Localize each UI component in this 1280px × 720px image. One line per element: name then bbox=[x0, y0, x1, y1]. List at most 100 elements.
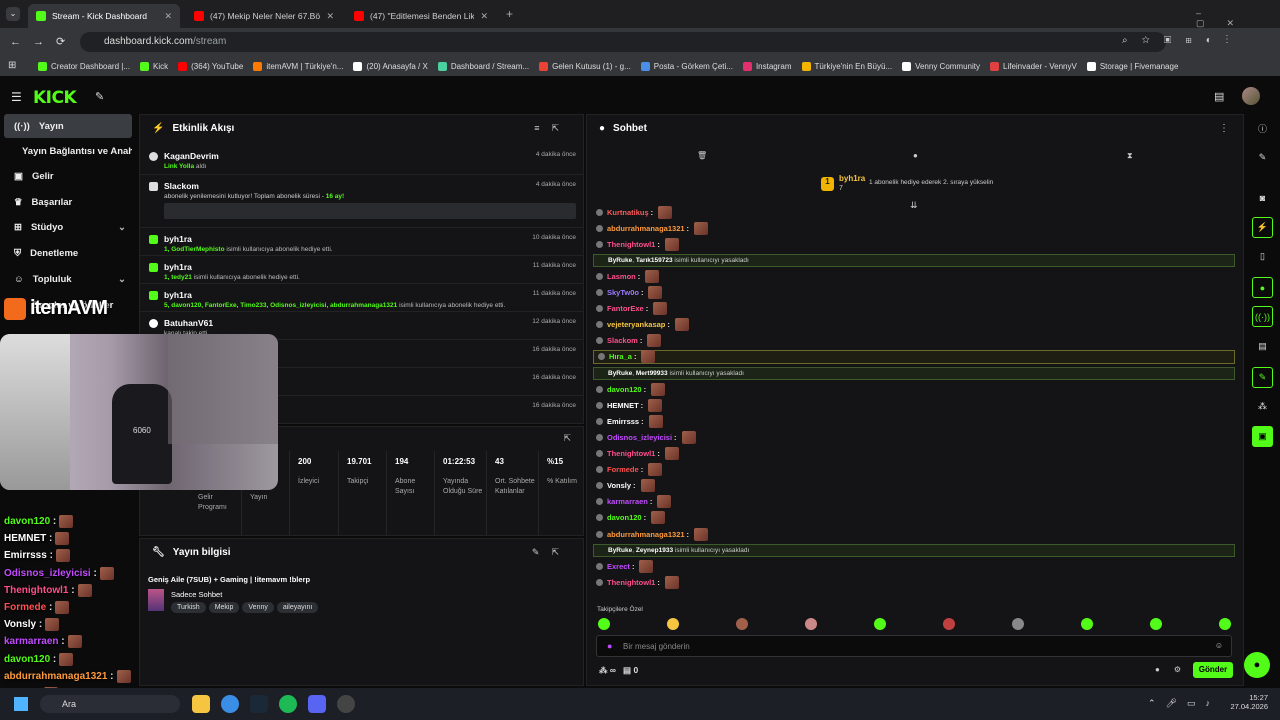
bookmark[interactable]: Venny Community bbox=[898, 61, 984, 71]
tab-youtube-2[interactable]: (47) "Editlemesi Benden Like Al ✕ bbox=[346, 4, 496, 28]
bookmark[interactable]: Lifeinvader - VennyV bbox=[986, 61, 1081, 71]
creator-card-icon[interactable]: ▤ bbox=[1214, 90, 1224, 103]
share-icon[interactable]: ⁂ bbox=[1252, 396, 1273, 417]
hourglass-icon[interactable]: ⧗ bbox=[1127, 151, 1133, 161]
points-icon[interactable]: ⁂ bbox=[599, 665, 608, 675]
bookmark[interactable]: Gelen Kutusu (1) - g... bbox=[535, 61, 635, 71]
card-icon[interactable]: ▤ bbox=[1252, 336, 1273, 357]
chat-username[interactable]: Lasmon bbox=[607, 272, 636, 281]
chat-username[interactable]: karmarraen bbox=[607, 497, 648, 506]
pin-icon[interactable]: ✎ bbox=[95, 90, 104, 103]
edit-popout-icons[interactable]: ✎⇱ bbox=[532, 547, 571, 558]
bookmark[interactable]: itemAVM | Türkiye'n... bbox=[249, 61, 347, 71]
moderator-name[interactable]: ByRuke bbox=[608, 370, 632, 377]
taskbar-search[interactable]: Ara bbox=[40, 695, 180, 713]
bot-icon[interactable]: ▣ bbox=[1252, 426, 1273, 447]
toolbar-icons[interactable]: ⌕☆▣⊞◐⋮ bbox=[1122, 35, 1242, 46]
file-explorer-icon[interactable] bbox=[192, 695, 210, 713]
chat-username[interactable]: abdurrahmanaga1321 bbox=[607, 224, 685, 233]
nav-buttons[interactable]: ←→⟳ bbox=[10, 35, 77, 48]
chat-username[interactable]: Kurtnatikuş bbox=[607, 208, 649, 217]
trash-icon[interactable]: 🗑︎ bbox=[697, 151, 707, 160]
sidebar-item-topluluk[interactable]: ☺ Topluluk ⌄ bbox=[4, 267, 132, 291]
collapse-icon[interactable]: ⇊ bbox=[910, 200, 918, 211]
emote-icon[interactable] bbox=[598, 618, 610, 630]
bookmark[interactable]: Creator Dashboard |... bbox=[34, 61, 134, 71]
drops-icon[interactable]: ▤ bbox=[623, 665, 631, 675]
send-button[interactable]: Gönder bbox=[1193, 662, 1233, 678]
banned-user[interactable]: Mert99933 bbox=[636, 370, 668, 377]
bolt-icon[interactable]: ⚡ bbox=[1252, 217, 1273, 238]
tab-kick-dashboard[interactable]: Stream - Kick Dashboard ✕ bbox=[28, 4, 180, 28]
top-gifter-name[interactable]: byh1ra bbox=[839, 174, 865, 183]
chat-settings-icons[interactable]: ●⚙ bbox=[1155, 665, 1195, 674]
pencil-icon[interactable]: ✎ bbox=[1252, 147, 1273, 168]
chat-username[interactable]: Slackom bbox=[607, 336, 638, 345]
clock[interactable]: 15:27 27.04.2026 bbox=[1230, 693, 1268, 711]
emote-icon[interactable] bbox=[1081, 618, 1093, 630]
chat-username[interactable]: davon120 bbox=[607, 385, 642, 394]
tab-search-button[interactable]: ⌄ bbox=[6, 7, 20, 21]
chat-username[interactable]: Thenightowl1 bbox=[607, 449, 655, 458]
chrome-icon[interactable] bbox=[221, 695, 239, 713]
sidebar-item-denetleme[interactable]: ⛨ Denetleme bbox=[4, 241, 132, 265]
tag[interactable]: Mekip bbox=[208, 602, 240, 613]
close-icon[interactable]: ✕ bbox=[326, 11, 334, 22]
bookmark[interactable]: Türkiye'nin En Büyü... bbox=[798, 61, 897, 71]
screen-icon[interactable]: ◙ bbox=[1252, 187, 1273, 208]
document-icon[interactable]: ▯ bbox=[1252, 246, 1273, 267]
apps-grid-icon[interactable]: ⊞ bbox=[8, 60, 16, 71]
obs-icon[interactable] bbox=[337, 695, 355, 713]
popout-icon[interactable]: ⇱ bbox=[563, 433, 571, 444]
chat-username[interactable]: Thenightowl1 bbox=[607, 578, 655, 587]
emote-icon[interactable] bbox=[874, 618, 886, 630]
chat-username[interactable]: Hıra_a bbox=[609, 352, 632, 361]
chat-username[interactable]: abdurrahmanaga1321 bbox=[607, 530, 685, 539]
sidebar-item-studyo[interactable]: ⊞ Stüdyo ⌄ bbox=[4, 215, 132, 239]
chat-username[interactable]: Emirrsss bbox=[607, 417, 639, 426]
banned-user[interactable]: Tarık159723 bbox=[636, 257, 673, 264]
sidebar-item-gelir[interactable]: ▣ Gelir bbox=[4, 164, 132, 188]
speech-icon[interactable]: ● bbox=[913, 151, 918, 160]
bookmark[interactable]: Kick bbox=[136, 61, 172, 71]
emote-icon[interactable] bbox=[1012, 618, 1024, 630]
sidebar-item-stream-key[interactable]: Yayın Bağlantısı ve Anahtarı bbox=[4, 139, 132, 163]
window-controls[interactable]: –▢✕ bbox=[1196, 8, 1280, 29]
chat-username[interactable]: Odisnos_izleyicisi bbox=[607, 433, 672, 442]
bookmark[interactable]: Instagram bbox=[739, 61, 796, 71]
bookmark[interactable]: Dashboard / Stream... bbox=[434, 61, 533, 71]
close-icon[interactable]: ✕ bbox=[164, 11, 172, 22]
chat-username[interactable]: Vonsly bbox=[607, 481, 631, 490]
menu-icon[interactable]: ☰ bbox=[11, 90, 22, 104]
spotify-icon[interactable] bbox=[279, 695, 297, 713]
emote-icon[interactable] bbox=[736, 618, 748, 630]
emote-icon[interactable] bbox=[1150, 618, 1162, 630]
mic-icon[interactable]: ● bbox=[607, 641, 612, 651]
chat-username[interactable]: Exrect bbox=[607, 562, 630, 571]
emote-icon[interactable] bbox=[943, 618, 955, 630]
wrench-icon[interactable]: ✎ bbox=[1252, 367, 1273, 388]
info-icon[interactable]: ⓘ bbox=[1252, 118, 1273, 139]
chat-username[interactable]: FantorExe bbox=[607, 304, 644, 313]
windows-start-icon[interactable] bbox=[14, 697, 28, 711]
bookmark[interactable]: (364) YouTube bbox=[174, 61, 247, 71]
chat-username[interactable]: vejeteryankasap bbox=[607, 320, 665, 329]
discord-icon[interactable] bbox=[308, 695, 326, 713]
chat-username[interactable]: Thenightowl1 bbox=[607, 240, 655, 249]
bookmark[interactable]: Posta - Görkem Çeti... bbox=[637, 61, 737, 71]
more-options-icon[interactable]: ⋮ bbox=[1219, 123, 1229, 134]
address-bar[interactable]: dashboard.kick.com/stream bbox=[80, 32, 1166, 52]
avatar[interactable] bbox=[1242, 87, 1260, 105]
chat-input[interactable]: ● Bir mesaj gönderin ☺ bbox=[596, 635, 1232, 657]
tab-youtube-1[interactable]: (47) Mekip Neler Neler 67.Bölü ✕ bbox=[186, 4, 342, 28]
bookmark[interactable]: (20) Anasayfa / X bbox=[349, 61, 431, 71]
chat-username[interactable]: davon120 bbox=[607, 513, 642, 522]
kick-logo[interactable]: KICK bbox=[33, 88, 77, 108]
close-icon[interactable]: ✕ bbox=[480, 11, 488, 22]
chat-username[interactable]: Formede bbox=[607, 465, 639, 474]
sidebar-item-basarilar[interactable]: ♛ Başarılar bbox=[4, 190, 132, 214]
moderator-name[interactable]: ByRuke bbox=[608, 547, 632, 554]
steam-icon[interactable] bbox=[250, 695, 268, 713]
chat-username[interactable]: HEMNET bbox=[607, 401, 639, 410]
chat-username[interactable]: SkyTw0o bbox=[607, 288, 639, 297]
